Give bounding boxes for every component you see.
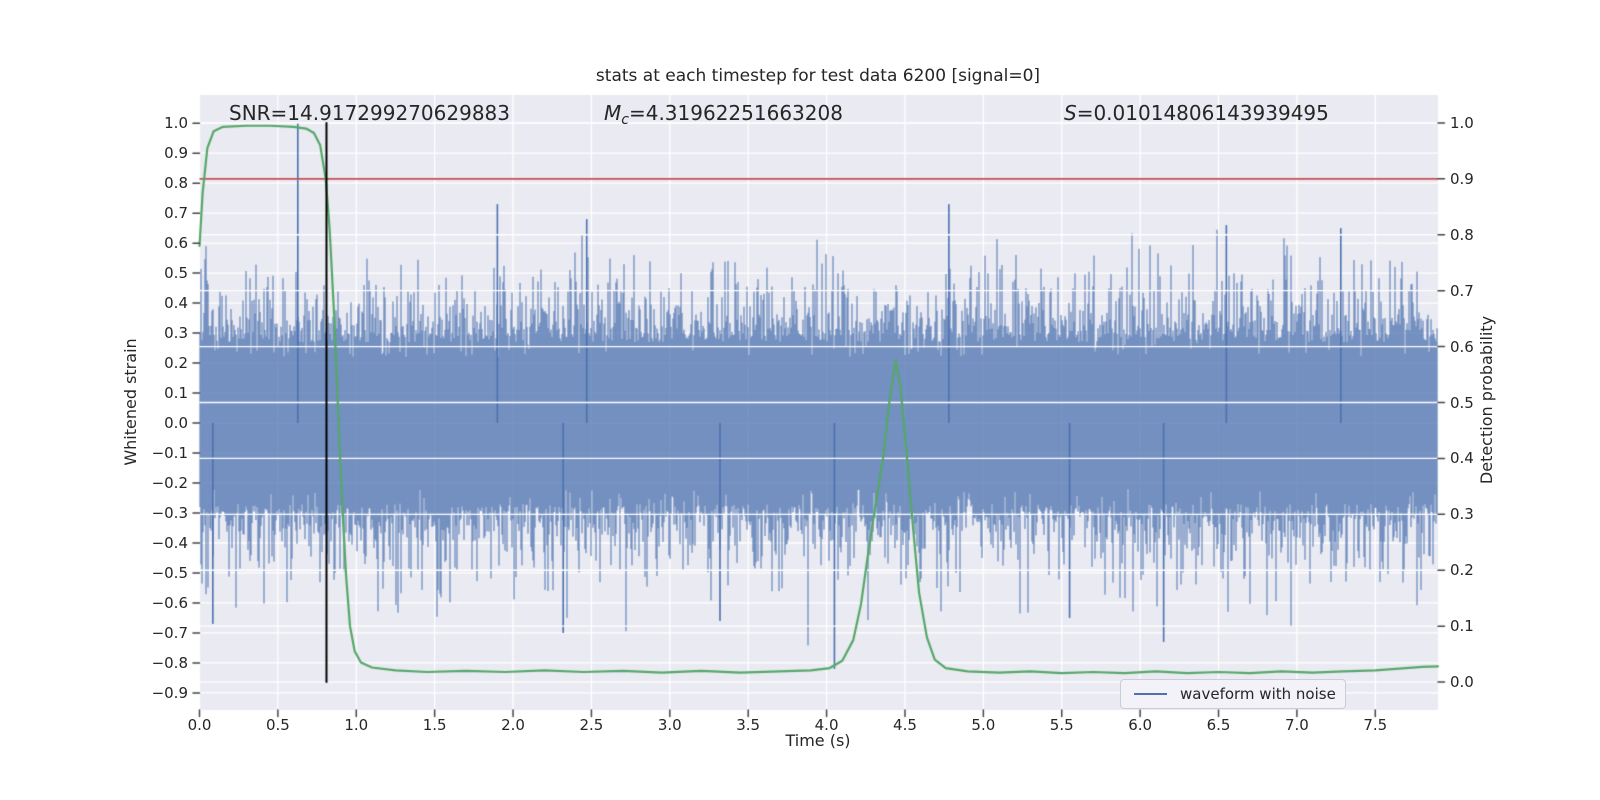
y-left-tick-label: −0.3 (151, 503, 188, 522)
y-left-tick-label: 0.0 (164, 414, 188, 433)
x-tick-label: 3.5 (736, 716, 761, 734)
y-left-tick-label: −0.8 (151, 653, 188, 672)
x-tick-label: 6.5 (1206, 716, 1231, 734)
legend-line-sample-icon (1134, 693, 1167, 695)
y-right-tick-label: 0.6 (1450, 337, 1474, 356)
stat-mc: Mc=4.31962251663208 (604, 101, 843, 128)
y-right-tick-label: 0.8 (1450, 225, 1474, 244)
y-right-tick-label: 0.4 (1450, 449, 1474, 468)
x-tick-label: 2.0 (501, 716, 525, 734)
y-left-tick-label: 0.8 (164, 174, 188, 193)
y-left-tick-label: 1.0 (164, 114, 188, 133)
stat-mc-value: =4.31962251663208 (628, 101, 843, 125)
stat-mc-subscript: c (621, 112, 629, 128)
y-left-tick-label: −0.4 (151, 533, 188, 552)
y-left-tick-label: 0.2 (164, 354, 188, 373)
x-tick-label: 7.5 (1363, 716, 1388, 734)
y-right-tick-label: 0.3 (1450, 505, 1474, 524)
figure: stats at each timestep for test data 620… (0, 0, 1600, 800)
y-right-tick-label: 0.2 (1450, 561, 1474, 580)
stat-s-symbol: S (1064, 101, 1077, 125)
x-tick-label: 0.5 (265, 716, 290, 734)
y-left-tick-label: −0.1 (151, 444, 188, 463)
y-right-tick-label: 0.1 (1450, 617, 1474, 636)
x-tick-label: 3.0 (657, 716, 682, 734)
y-right-tick-label: 0.9 (1450, 169, 1474, 188)
x-tick-label: 1.5 (422, 716, 447, 734)
x-tick-label: 1.0 (344, 716, 369, 734)
y-left-tick-label: 0.9 (164, 144, 188, 163)
y-left-tick-label: 0.7 (164, 204, 188, 223)
y-right-tick-label: 0.7 (1450, 281, 1474, 300)
legend-label: waveform with noise (1180, 685, 1336, 703)
x-tick-label: 5.0 (971, 716, 996, 734)
y-right-tick-label: 0.5 (1450, 393, 1474, 412)
y-left-tick-label: 0.3 (164, 324, 188, 343)
stat-s: S=0.01014806143939495 (1064, 101, 1329, 125)
y-right-tick-label: 0.0 (1450, 673, 1474, 692)
y-left-tick-label: −0.2 (151, 474, 188, 492)
y-right-tick-label: 1.0 (1450, 113, 1474, 132)
y-left-tick-label: −0.9 (151, 683, 188, 702)
y-left-tick-label: 0.1 (164, 384, 188, 403)
x-tick-label: 6.0 (1128, 716, 1153, 734)
x-tick-label: 4.0 (814, 716, 839, 734)
y-left-tick-label: 0.6 (164, 234, 188, 253)
x-tick-label: 0.0 (187, 716, 212, 734)
x-tick-label: 2.5 (579, 716, 604, 734)
x-tick-label: 4.5 (893, 716, 917, 734)
x-tick-label: 5.5 (1049, 716, 1074, 734)
stat-mc-symbol: M (604, 101, 622, 125)
y-left-tick-label: 0.5 (164, 264, 188, 283)
legend: waveform with noise (1120, 679, 1346, 709)
y-left-tick-label: −0.7 (151, 623, 188, 642)
y-left-tick-label: 0.4 (164, 294, 188, 313)
x-tick-label: 7.0 (1284, 716, 1309, 734)
stat-snr: SNR=14.917299270629883 (229, 101, 510, 125)
chart-title: stats at each timestep for test data 620… (595, 66, 1041, 86)
y-left-tick-label: −0.6 (151, 593, 188, 612)
y-left-tick-label: −0.5 (151, 563, 188, 582)
stat-s-value: =0.01014806143939495 (1076, 101, 1329, 125)
